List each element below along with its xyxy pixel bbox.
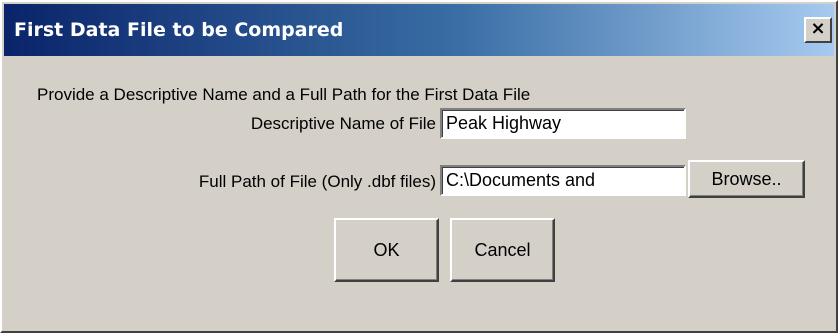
descriptive-name-label: Descriptive Name of File [250,114,436,133]
dialog-window: First Data File to be Compared × Provide… [0,0,838,333]
descriptive-name-input[interactable]: Peak Highway [440,108,686,139]
close-button[interactable]: × [804,17,832,43]
file-path-label: Full Path of File (Only .dbf files) [198,172,436,191]
ok-button[interactable]: OK [334,218,439,282]
cancel-button[interactable]: Cancel [450,218,555,282]
title-bar[interactable]: First Data File to be Compared × [4,4,834,56]
instruction-text: Provide a Descriptive Name and a Full Pa… [37,85,531,104]
file-path-input[interactable]: C:\Documents and [440,165,686,196]
close-icon: × [810,18,826,39]
browse-button[interactable]: Browse.. [688,160,805,198]
window-title: First Data File to be Compared [14,19,344,41]
